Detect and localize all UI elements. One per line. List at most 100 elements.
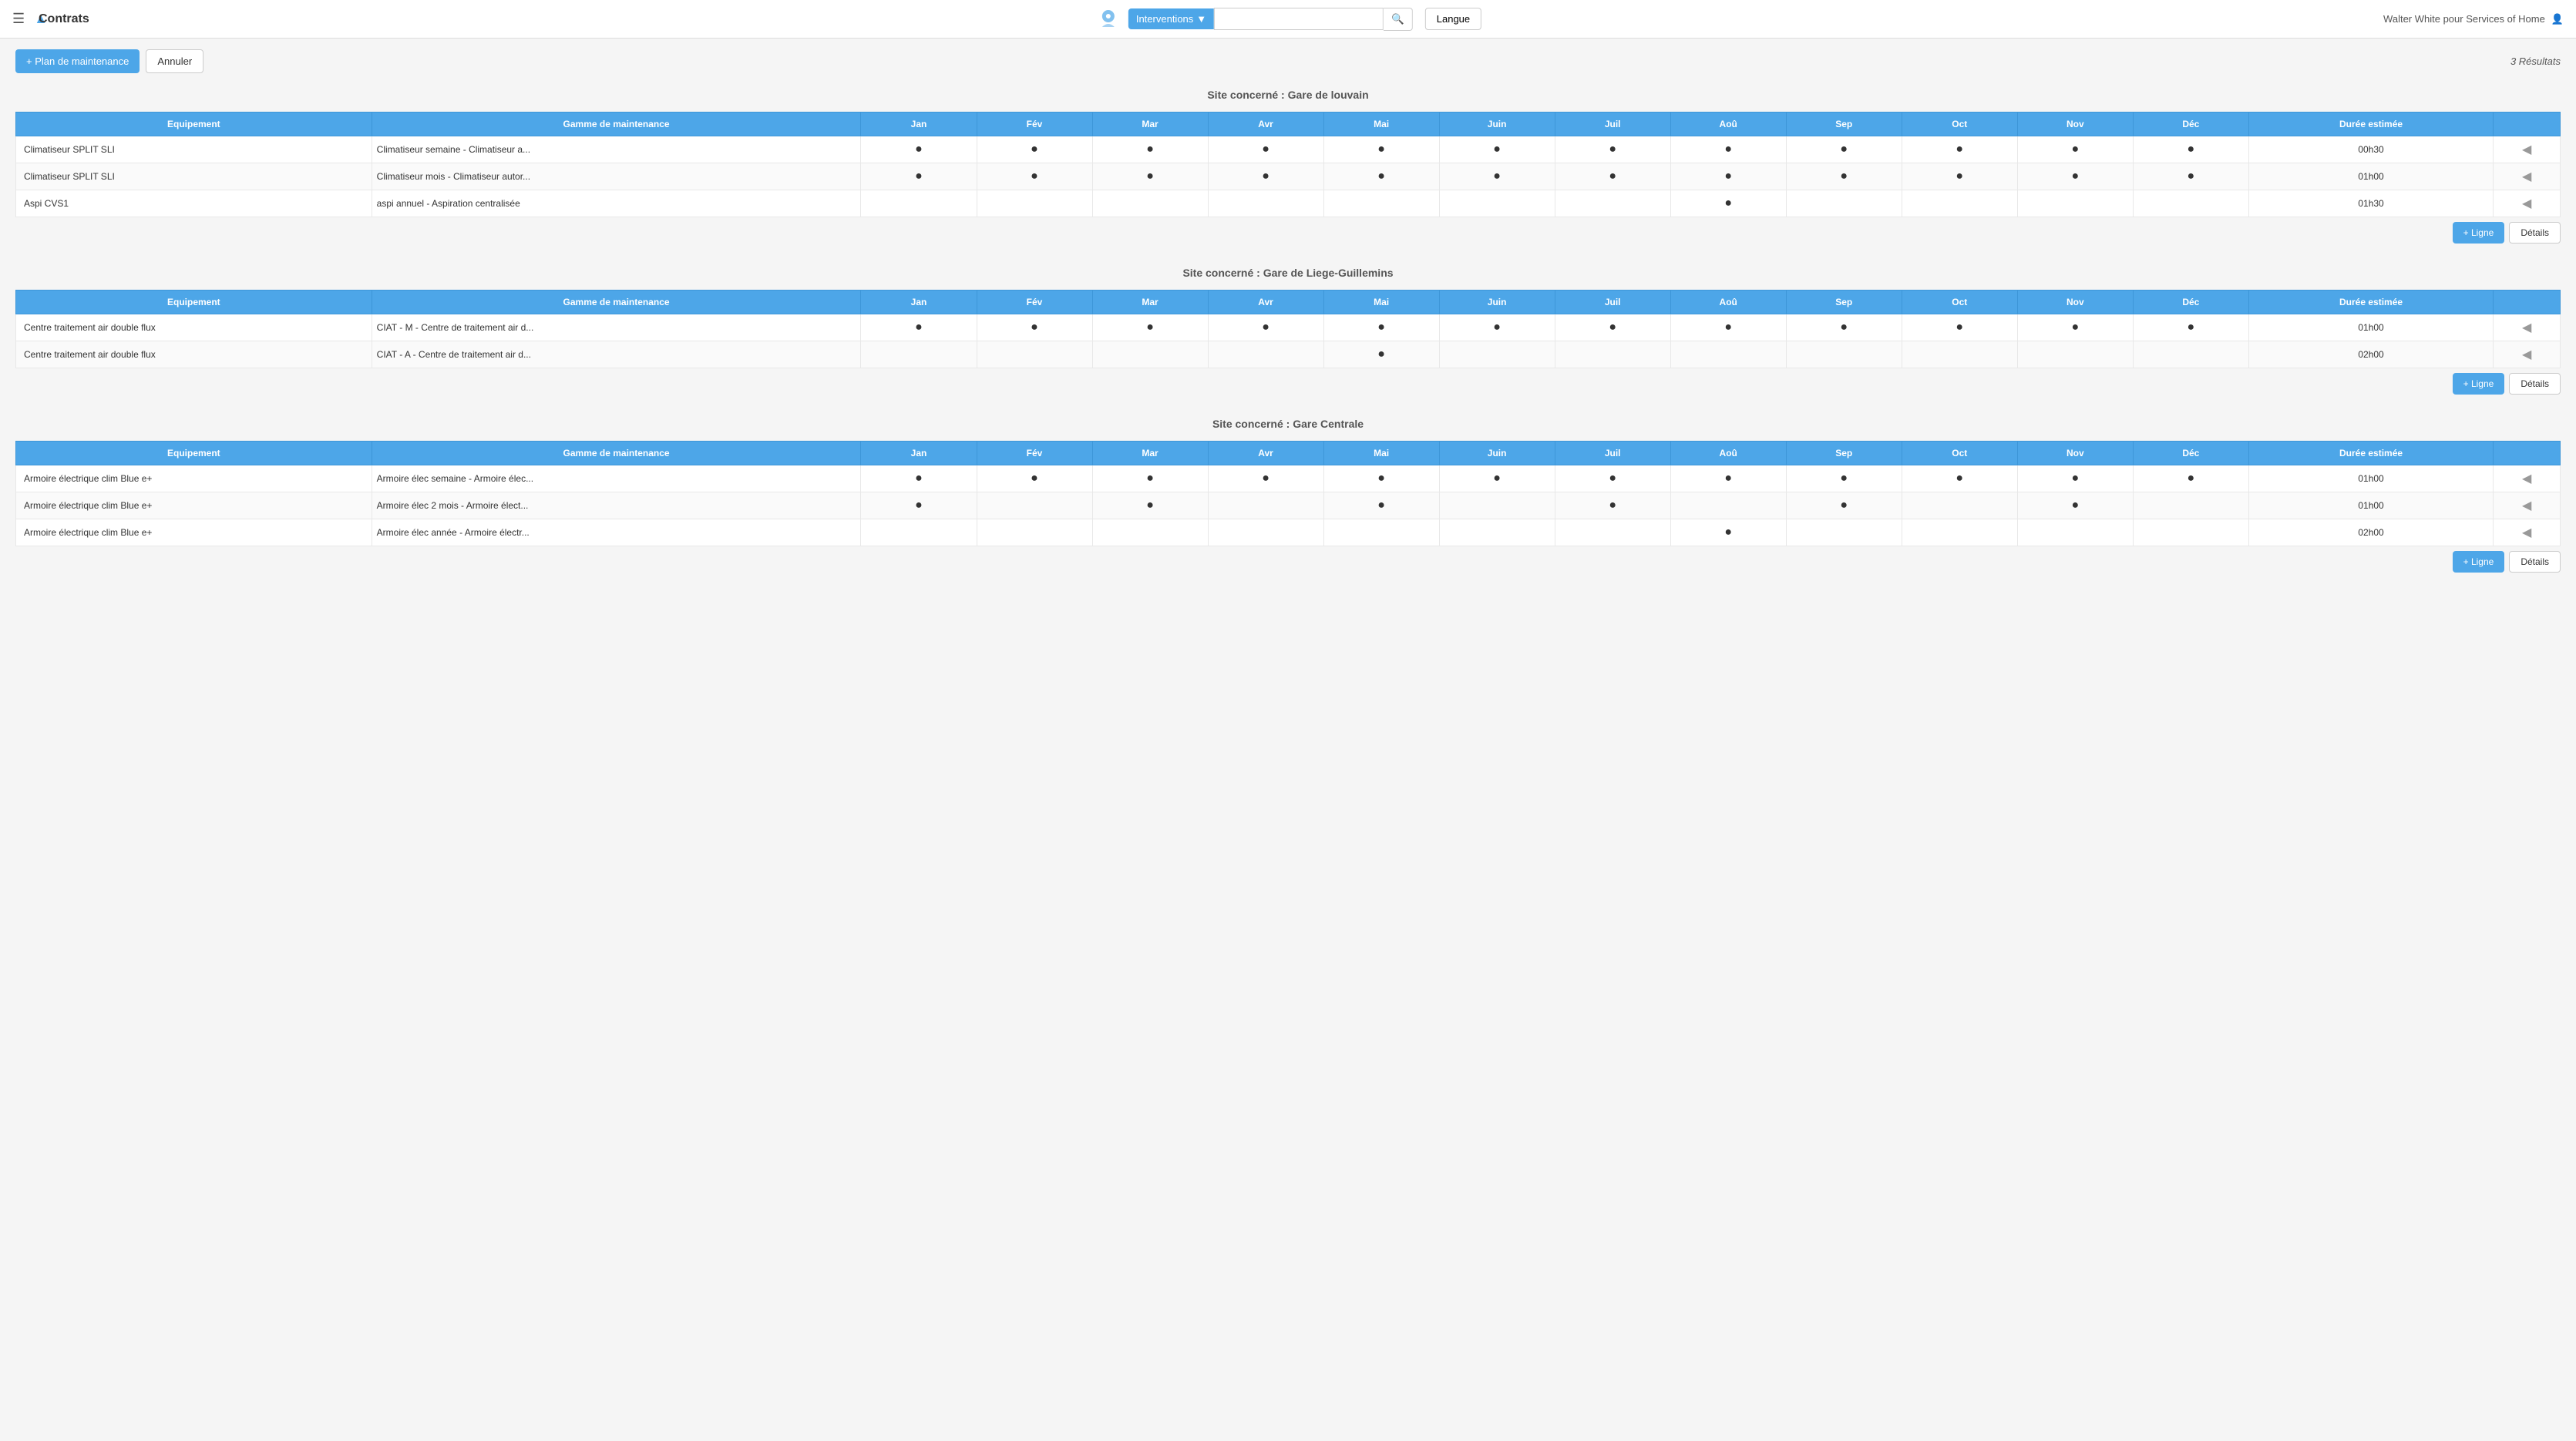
row-arrow-icon[interactable]: ◀ [2522, 143, 2531, 156]
row-arrow-icon[interactable]: ◀ [2522, 499, 2531, 512]
cell-month-5: ● [1439, 465, 1555, 492]
month-dot: ● [1724, 321, 1732, 334]
cell-month-7: ● [1670, 519, 1786, 546]
site-section-0: Site concerné : Gare de louvainEquipemen… [15, 84, 2561, 244]
row-arrow-icon[interactable]: ◀ [2522, 321, 2531, 334]
col-header-month-8: Sep [1786, 291, 1902, 314]
cell-gamme: Climatiseur semaine - Climatiseur a... [372, 136, 861, 163]
month-dot: ● [1724, 196, 1732, 210]
row-arrow-icon[interactable]: ◀ [2522, 526, 2531, 539]
month-dot: ● [1377, 472, 1385, 485]
cell-month-4 [1323, 190, 1439, 217]
cell-month-6: ● [1555, 314, 1670, 341]
cell-month-11 [2133, 519, 2248, 546]
search-filter-label: Interventions [1136, 13, 1193, 25]
details-button[interactable]: Détails [2509, 373, 2561, 395]
cell-month-0: ● [861, 136, 977, 163]
month-dot: ● [1377, 143, 1385, 156]
cell-month-5 [1439, 341, 1555, 368]
table-footer-0: + LigneDétails [15, 222, 2561, 244]
langue-button[interactable]: Langue [1425, 8, 1481, 30]
col-header-month-6: Juil [1555, 442, 1670, 465]
cell-month-2 [1092, 341, 1208, 368]
col-header-month-1: Fév [977, 291, 1092, 314]
col-header-month-6: Juil [1555, 113, 1670, 136]
cell-month-11 [2133, 492, 2248, 519]
table-row: Climatiseur SPLIT SLIClimatiseur semaine… [16, 136, 2561, 163]
month-dot: ● [1724, 526, 1732, 539]
menu-icon[interactable]: ☰ [12, 11, 25, 27]
month-dot: ● [1146, 143, 1154, 156]
cell-action[interactable]: ◀ [2494, 341, 2561, 368]
month-dot: ● [2071, 472, 2079, 485]
toolbar: + Plan de maintenance Annuler 3 Résultat… [0, 39, 2576, 84]
cell-gamme: Climatiseur mois - Climatiseur autor... [372, 163, 861, 190]
cell-gamme: Armoire élec semaine - Armoire élec... [372, 465, 861, 492]
cell-month-1 [977, 519, 1092, 546]
search-input[interactable] [1214, 8, 1384, 30]
cell-month-4: ● [1323, 136, 1439, 163]
plan-maintenance-button[interactable]: + Plan de maintenance [15, 49, 140, 73]
month-dot: ● [1956, 170, 1963, 183]
month-dot: ● [1609, 143, 1616, 156]
month-dot: ● [2071, 321, 2079, 334]
cell-month-3: ● [1208, 465, 1323, 492]
cell-month-2: ● [1092, 163, 1208, 190]
site-title-2: Site concerné : Gare Centrale [15, 413, 2561, 435]
month-dot: ● [1377, 348, 1385, 361]
month-dot: ● [1377, 321, 1385, 334]
cell-month-8 [1786, 190, 1902, 217]
add-row-button[interactable]: + Ligne [2453, 222, 2505, 244]
cell-action[interactable]: ◀ [2494, 314, 2561, 341]
details-button[interactable]: Détails [2509, 222, 2561, 244]
cell-month-9: ● [1902, 163, 2017, 190]
cell-month-5: ● [1439, 136, 1555, 163]
cell-action[interactable]: ◀ [2494, 519, 2561, 546]
col-header-gamme: Gamme de maintenance [372, 291, 861, 314]
cell-action[interactable]: ◀ [2494, 136, 2561, 163]
col-header-month-1: Fév [977, 442, 1092, 465]
row-arrow-icon[interactable]: ◀ [2522, 197, 2531, 210]
search-button[interactable]: 🔍 [1384, 8, 1413, 31]
annuler-button[interactable]: Annuler [146, 49, 203, 73]
col-header-month-11: Déc [2133, 113, 2248, 136]
month-dot: ● [1377, 499, 1385, 512]
cell-month-0: ● [861, 163, 977, 190]
col-header-action [2494, 113, 2561, 136]
add-row-button[interactable]: + Ligne [2453, 373, 2505, 395]
col-header-month-9: Oct [1902, 113, 2017, 136]
cell-action[interactable]: ◀ [2494, 492, 2561, 519]
chevron-down-icon: ▼ [1196, 13, 1206, 25]
details-button[interactable]: Détails [2509, 551, 2561, 573]
col-header-month-1: Fév [977, 113, 1092, 136]
col-header-equipement: Equipement [16, 291, 372, 314]
month-dot: ● [1031, 472, 1038, 485]
month-dot: ● [1262, 321, 1270, 334]
cell-action[interactable]: ◀ [2494, 190, 2561, 217]
month-dot: ● [1377, 170, 1385, 183]
cell-month-0 [861, 341, 977, 368]
month-dot: ● [1031, 170, 1038, 183]
col-header-month-11: Déc [2133, 291, 2248, 314]
cell-month-10: ● [2017, 163, 2133, 190]
cell-month-5 [1439, 519, 1555, 546]
cell-month-7: ● [1670, 314, 1786, 341]
search-filter-dropdown[interactable]: Interventions ▼ [1128, 8, 1214, 29]
col-header-equipement: Equipement [16, 113, 372, 136]
month-dot: ● [1840, 170, 1848, 183]
cell-month-11: ● [2133, 314, 2248, 341]
cell-action[interactable]: ◀ [2494, 163, 2561, 190]
month-dot: ● [2187, 321, 2194, 334]
month-dot: ● [2071, 170, 2079, 183]
cell-month-2: ● [1092, 465, 1208, 492]
table-row: Centre traitement air double fluxCIAT - … [16, 341, 2561, 368]
row-arrow-icon[interactable]: ◀ [2522, 472, 2531, 485]
row-arrow-icon[interactable]: ◀ [2522, 348, 2531, 361]
site-title-1: Site concerné : Gare de Liege-Guillemins [15, 262, 2561, 284]
add-row-button[interactable]: + Ligne [2453, 551, 2505, 573]
header: ☰ ▲ Contrats Interventions ▼ 🔍 Langue Wa… [0, 0, 2576, 39]
cell-duree: 02h00 [2248, 519, 2493, 546]
table-row: Aspi CVS1aspi annuel - Aspiration centra… [16, 190, 2561, 217]
row-arrow-icon[interactable]: ◀ [2522, 170, 2531, 183]
cell-action[interactable]: ◀ [2494, 465, 2561, 492]
